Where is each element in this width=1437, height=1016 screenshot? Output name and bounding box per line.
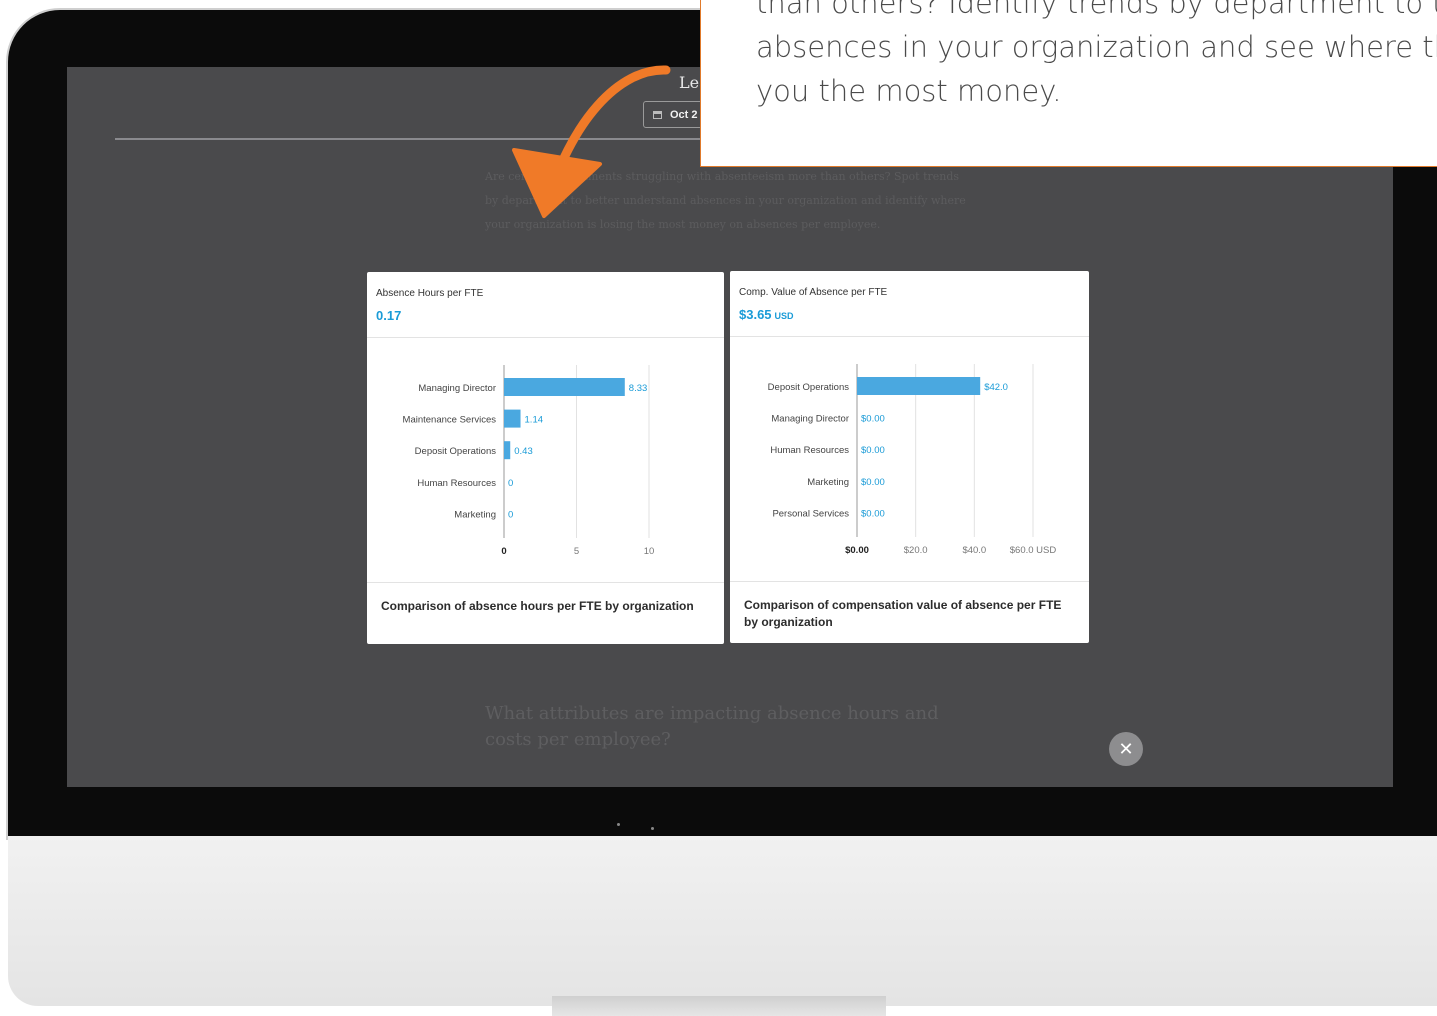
card-footer-caption: Comparison of compensation value of abse… [730,581,1089,643]
metric-number: 0.17 [376,308,402,323]
x-tick-label: $0.00 [845,545,869,556]
y-category-label: Deposit Operations [768,382,850,393]
card-header: Absence Hours per FTE 0.17 [367,272,724,338]
close-button[interactable]: ✕ [1109,732,1143,766]
x-tick-label: 10 [644,546,655,557]
bar-value-label: 0 [508,509,513,520]
absence-hours-card: Absence Hours per FTE 0.17 0 5 10 Managing … [367,272,724,644]
bar-value-label: 0 [508,478,513,489]
bar-value-label: $0.00 [861,445,885,456]
x-tick-label: $20.0 [904,545,928,556]
callout-line: you the most money. [756,74,1062,108]
callout-text: than others? Identify trends by departme… [756,0,1437,113]
monitor-stand [552,996,886,1016]
comp-value-bar-chart: $0.00 $20.0 $40.0 $60.0 USD Deposit Operatio… [768,364,1057,556]
bar-value-label: $0.00 [861,477,885,488]
bar-value-label: 8.33 [629,383,648,394]
card-metric-value: 0.17 [376,308,404,323]
card-header: Comp. Value of Absence per FTE $3.65 USD [730,271,1089,337]
metric-unit: USD [774,311,794,321]
metric-number: $3.65 [739,307,772,322]
tooltip-callout: than others? Identify trends by departme… [700,0,1437,167]
chart-bar [504,441,511,460]
screen: Lea Oct 2 Are certain departments strugg… [67,67,1393,787]
chart-bar [504,378,625,396]
callout-line: absences in your organization and see wh… [756,30,1437,64]
card-metric-value: $3.65 USD [739,307,794,322]
bar-value-label: $0.00 [861,508,885,519]
bar-value-label: 0.43 [514,446,533,457]
y-category-label: Managing Director [418,383,496,394]
chart-bar [857,377,981,395]
screen-reflection [585,823,665,831]
y-category-label: Maintenance Services [403,415,497,426]
card-title: Comp. Value of Absence per FTE [739,287,888,298]
y-category-label: Human Resources [417,478,496,489]
monitor-chin [8,836,1437,1006]
y-category-label: Human Resources [770,445,849,456]
y-category-label: Personal Services [772,508,849,519]
bar-value-label: $42.0 [984,382,1008,393]
x-tick-label: $60.0 USD [1010,545,1057,556]
card-footer-caption: Comparison of absence hours per FTE by o… [367,582,724,644]
card-title: Absence Hours per FTE [376,288,484,299]
y-category-label: Deposit Operations [415,446,497,457]
section-question-heading: What attributes are impacting absence ho… [485,703,939,750]
callout-line: than others? Identify trends by departme… [756,0,1437,20]
absence-hours-bar-chart: 0 5 10 Managing Director 8.33 Maintenance Ser… [403,365,655,557]
comp-value-card: Comp. Value of Absence per FTE $3.65 USD … [730,271,1089,643]
bar-value-label: $0.00 [861,414,885,425]
y-category-label: Managing Director [771,414,849,425]
chart-bar [504,409,521,428]
x-tick-label: 5 [574,546,579,557]
x-tick-label: 0 [501,546,506,557]
y-category-label: Marketing [454,509,496,520]
orange-arrow-annotation [512,65,671,218]
x-tick-label: $40.0 [962,545,986,556]
y-category-label: Marketing [807,477,849,488]
bar-value-label: 1.14 [525,415,544,426]
